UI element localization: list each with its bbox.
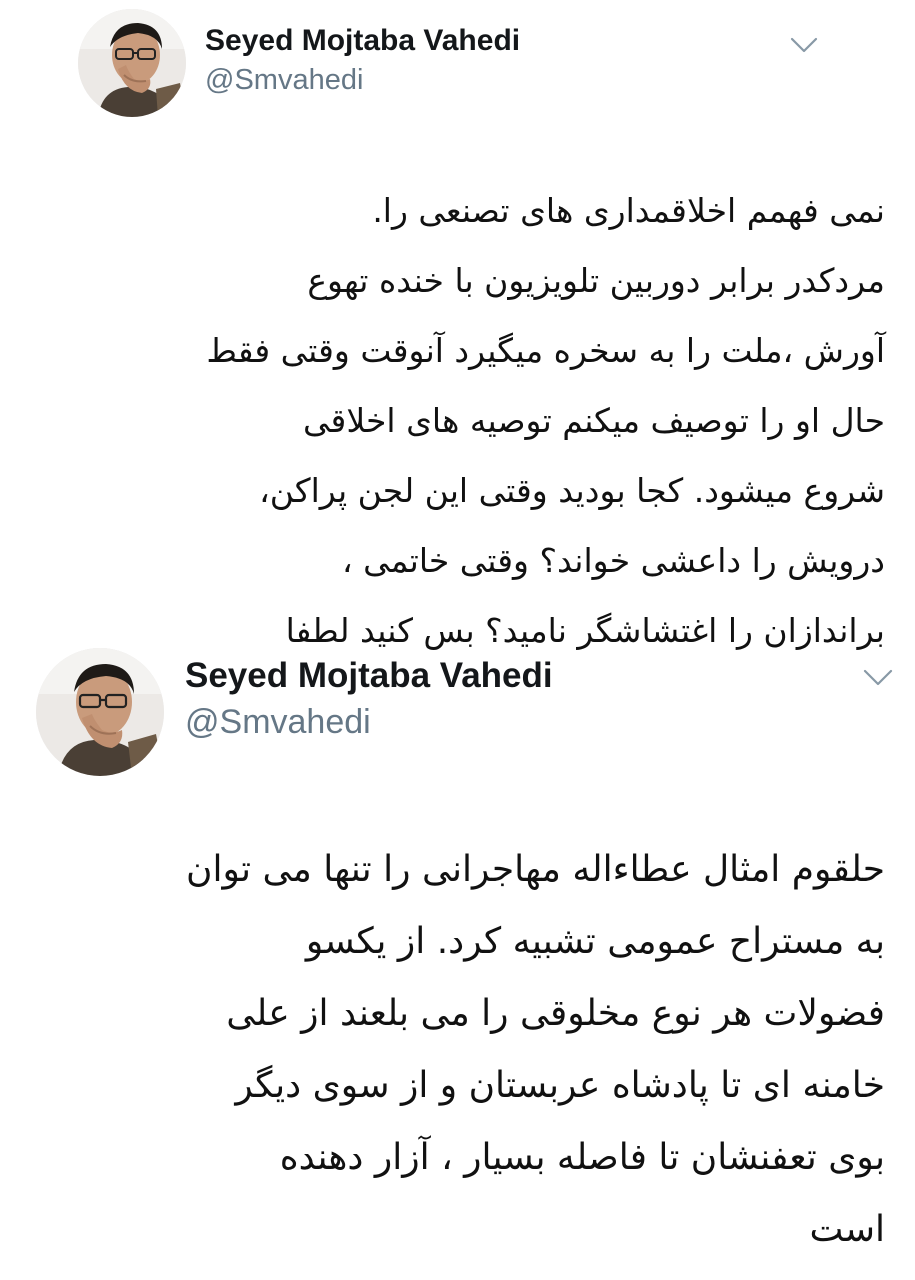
tweet-text: حلقوم امثال عطاءاله مهاجرانی را تنها می … (186, 834, 885, 1266)
avatar[interactable] (36, 648, 164, 776)
tweet-card[interactable]: Seyed Mojtaba Vahedi @Smvahedi حلقوم امث… (0, 640, 915, 1280)
avatar-photo (78, 9, 186, 117)
chevron-down-icon[interactable] (862, 668, 894, 688)
tweet-text-line: فضولات هر نوع مخلوقی را می بلعند از علی (226, 993, 885, 1034)
tweet-text-line: خامنه ای تا پادشاه عربستان و از سوی دیگر (235, 1065, 885, 1106)
tweet-text-line: است (809, 1209, 885, 1250)
avatar-photo (36, 648, 164, 776)
tweet-text-line: به مستراح عمومی تشبیه کرد. از یکسو (305, 921, 885, 962)
author-handle[interactable]: @Smvahedi (185, 703, 371, 742)
tweet-text-line: درویش را داعشی خواند؟ وقتی خاتمی ، (341, 541, 885, 580)
tweet-text-line: مردکدر برابر دوربین تلویزیون با خنده تهو… (307, 261, 885, 300)
author-name[interactable]: Seyed Mojtaba Vahedi (205, 24, 520, 58)
chevron-down-icon[interactable] (789, 36, 819, 54)
author-name[interactable]: Seyed Mojtaba Vahedi (185, 656, 553, 696)
tweet-text: نمی فهمم اخلاقمداری های تصنعی را. مردکدر… (206, 176, 885, 666)
author-handle[interactable]: @Smvahedi (205, 64, 363, 97)
tweet-text-line: نمی فهمم اخلاقمداری های تصنعی را. (372, 191, 885, 230)
tweet-text-line: حلقوم امثال عطاءاله مهاجرانی را تنها می … (186, 849, 885, 890)
tweet-card[interactable]: Seyed Mojtaba Vahedi @Smvahedi نمی فهمم … (0, 0, 915, 650)
tweet-text-line: آورش ،ملت را به سخره میگیرد آنوقت وقتی ف… (206, 331, 885, 370)
tweet-text-line: بوی تعفنشان تا فاصله بسیار ، آزار دهنده (279, 1137, 885, 1178)
avatar[interactable] (78, 9, 186, 117)
tweet-text-line: حال او را توصیف میکنم توصیه های اخلاقی (303, 401, 885, 440)
tweet-text-line: شروع میشود. کجا بودید وقتی این لجن پراکن… (259, 471, 885, 510)
